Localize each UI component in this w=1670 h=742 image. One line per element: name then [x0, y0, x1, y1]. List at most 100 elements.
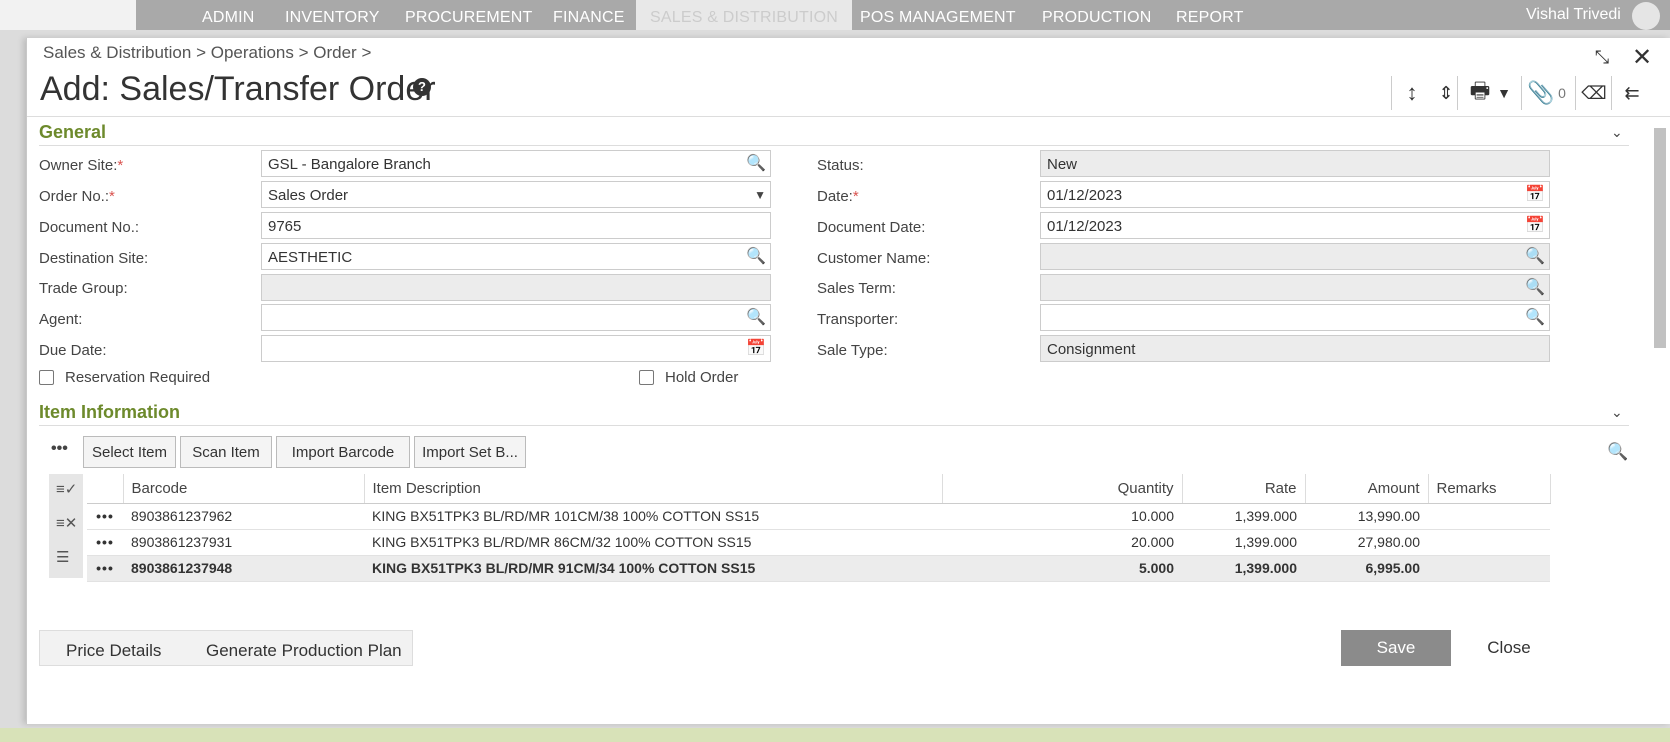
document-date-label: Document Date:	[817, 219, 926, 236]
help-icon[interactable]: ?	[413, 78, 431, 96]
column-remarks[interactable]: Remarks	[1428, 474, 1551, 504]
nav-sales-distribution[interactable]: SALES & DISTRIBUTION	[636, 0, 853, 30]
owner-site-field[interactable]: GSL - Bangalore Branch 🔍	[261, 150, 771, 177]
remarks-cell[interactable]	[1428, 555, 1550, 582]
sales-term-field[interactable]: 🔍	[1040, 274, 1550, 301]
save-button[interactable]: Save	[1341, 630, 1451, 666]
close-icon[interactable]: ✕	[1627, 40, 1657, 74]
remarks-cell[interactable]	[1428, 529, 1550, 556]
search-icon[interactable]: 🔍	[1525, 246, 1545, 266]
nav-production[interactable]: PRODUCTION	[1042, 9, 1152, 27]
remarks-cell[interactable]	[1428, 503, 1550, 530]
order-no-select[interactable]: Sales Order ▼	[261, 181, 771, 208]
due-date-field[interactable]: 📅	[261, 335, 771, 362]
amount-cell: 6,995.00	[1305, 555, 1428, 582]
quantity-cell[interactable]: 5.000	[942, 555, 1182, 582]
breadcrumb-operations[interactable]: Operations	[211, 43, 294, 62]
price-details-button[interactable]: Price Details	[66, 641, 161, 661]
column-actions	[87, 474, 124, 504]
column-item-description[interactable]: Item Description	[364, 474, 943, 504]
rate-cell[interactable]: 1,399.000	[1182, 503, 1305, 530]
quantity-cell[interactable]: 20.000	[942, 529, 1182, 556]
import-barcode-button[interactable]: Import Barcode	[276, 436, 410, 468]
row-menu-icon[interactable]: •••	[87, 503, 123, 530]
chevron-down-icon[interactable]: ⌄	[1611, 404, 1623, 421]
more-options-icon[interactable]: •••	[51, 440, 68, 458]
breadcrumb: Sales & Distribution > Operations > Orde…	[43, 43, 372, 62]
description-cell[interactable]: KING BX51TPK3 BL/RD/MR 91CM/34 100% COTT…	[364, 555, 942, 582]
nav-admin[interactable]: ADMIN	[202, 9, 255, 27]
minimize-icon[interactable]: ⤡	[1587, 40, 1617, 74]
table-row-selected[interactable]: ••• 8903861237948 KING BX51TPK3 BL/RD/MR…	[87, 555, 1550, 582]
eraser-icon[interactable]: ⌫	[1579, 76, 1609, 110]
column-barcode[interactable]: Barcode	[123, 474, 365, 504]
clear-rows-icon[interactable]: ≡✕	[56, 514, 77, 532]
collapse-panel-icon[interactable]: ⇇	[1617, 76, 1647, 110]
scrollbar-thumb[interactable]	[1654, 128, 1666, 348]
breadcrumb-order[interactable]: Order	[313, 43, 356, 62]
search-icon[interactable]: 🔍	[746, 307, 766, 327]
close-button[interactable]: Close	[1453, 630, 1565, 666]
document-no-field[interactable]: 9765	[261, 212, 771, 239]
date-field[interactable]: 01/12/2023 📅	[1040, 181, 1550, 208]
logo[interactable]	[0, 0, 136, 30]
calendar-icon[interactable]: 📅	[1525, 215, 1545, 235]
breadcrumb-sales[interactable]: Sales & Distribution	[43, 43, 191, 62]
column-quantity[interactable]: Quantity	[942, 474, 1183, 504]
dropdown-arrow-icon[interactable]: ▼	[754, 188, 766, 202]
agent-label: Agent:	[39, 311, 83, 328]
barcode-cell[interactable]: 8903861237962	[123, 503, 364, 530]
expand-all-icon[interactable]: ↕	[1397, 76, 1427, 110]
filter-icon[interactable]: ☰	[56, 548, 69, 566]
column-rate[interactable]: Rate	[1182, 474, 1306, 504]
select-item-button[interactable]: Select Item	[83, 436, 176, 468]
table-row[interactable]: ••• 8903861237931 KING BX51TPK3 BL/RD/MR…	[87, 529, 1550, 556]
nav-pos-management[interactable]: POS MANAGEMENT	[860, 9, 1016, 27]
import-set-button[interactable]: Import Set B...	[414, 436, 526, 468]
scan-item-button[interactable]: Scan Item	[180, 436, 272, 468]
row-menu-icon[interactable]: •••	[87, 529, 123, 556]
transporter-field[interactable]: 🔍	[1040, 304, 1550, 331]
nav-finance[interactable]: FINANCE	[553, 9, 625, 27]
item-table: Barcode Item Description Quantity Rate A…	[87, 474, 1551, 582]
print-icon[interactable]: 🖶	[1463, 76, 1497, 110]
generate-production-plan-button[interactable]: Generate Production Plan	[206, 641, 402, 661]
nav-inventory[interactable]: INVENTORY	[285, 9, 380, 27]
grid-search-icon[interactable]: 🔍	[1607, 442, 1628, 462]
search-icon[interactable]: 🔍	[746, 246, 766, 266]
hold-order-label: Hold Order	[665, 369, 739, 386]
user-name[interactable]: Vishal Trivedi	[1526, 6, 1621, 24]
customer-name-field[interactable]: 🔍	[1040, 243, 1550, 270]
attachment-icon[interactable]: 📎	[1527, 76, 1555, 110]
description-cell[interactable]: KING BX51TPK3 BL/RD/MR 86CM/32 100% COTT…	[364, 529, 942, 556]
calendar-icon[interactable]: 📅	[1525, 184, 1545, 204]
item-grid: ≡✓ ≡✕ ☰ Barcode Item Description Quantit…	[49, 474, 1629, 584]
nav-report[interactable]: REPORT	[1176, 9, 1244, 27]
quantity-cell[interactable]: 10.000	[942, 503, 1182, 530]
nav-procurement[interactable]: PROCUREMENT	[405, 9, 533, 27]
search-icon[interactable]: 🔍	[1525, 307, 1545, 327]
select-rows-icon[interactable]: ≡✓	[56, 480, 77, 498]
row-menu-icon[interactable]: •••	[87, 555, 123, 582]
hold-order-checkbox[interactable]	[639, 370, 654, 385]
column-amount[interactable]: Amount	[1305, 474, 1429, 504]
avatar[interactable]	[1632, 2, 1660, 30]
destination-site-field[interactable]: AESTHETIC 🔍	[261, 243, 771, 270]
barcode-cell[interactable]: 8903861237948	[123, 555, 364, 582]
document-date-field[interactable]: 01/12/2023 📅	[1040, 212, 1550, 239]
calendar-icon[interactable]: 📅	[746, 338, 766, 358]
attachment-count: 0	[1558, 85, 1566, 101]
table-row[interactable]: ••• 8903861237962 KING BX51TPK3 BL/RD/MR…	[87, 503, 1550, 530]
vertical-scrollbar[interactable]	[1651, 116, 1669, 616]
print-dropdown-icon[interactable]: ▼	[1493, 76, 1515, 110]
rate-cell[interactable]: 1,399.000	[1182, 529, 1305, 556]
reservation-required-checkbox[interactable]	[39, 370, 54, 385]
barcode-cell[interactable]: 8903861237931	[123, 529, 364, 556]
amount-cell: 13,990.00	[1305, 503, 1428, 530]
search-icon[interactable]: 🔍	[746, 153, 766, 173]
rate-cell[interactable]: 1,399.000	[1182, 555, 1305, 582]
agent-field[interactable]: 🔍	[261, 304, 771, 331]
description-cell[interactable]: KING BX51TPK3 BL/RD/MR 101CM/38 100% COT…	[364, 503, 942, 530]
search-icon[interactable]: 🔍	[1525, 277, 1545, 297]
chevron-down-icon[interactable]: ⌄	[1611, 124, 1623, 141]
